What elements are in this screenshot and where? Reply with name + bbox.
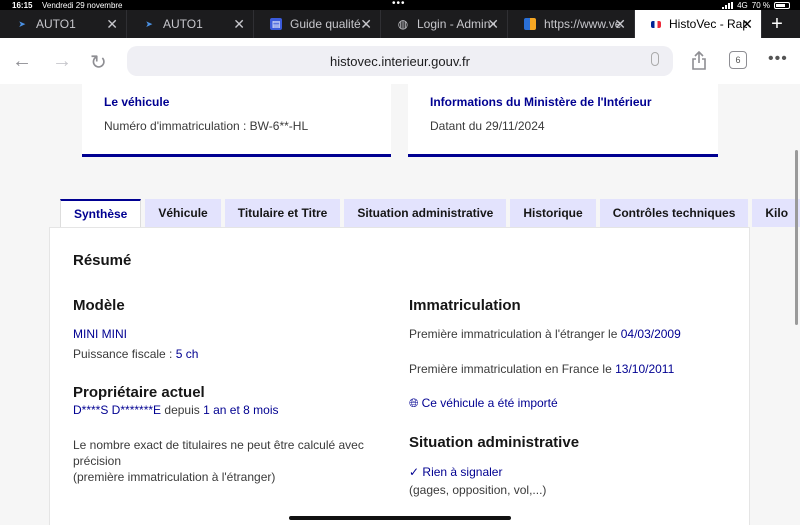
model-heading: Modèle [73,297,125,314]
abroad-date: 04/03/2009 [620,327,681,341]
forward-arrow-icon[interactable]: → [52,50,72,73]
status-indicators: 4G 70 % [722,1,790,10]
ministry-card-title: Informations du Ministère de l'Intérieur [430,95,652,109]
home-indicator[interactable] [289,516,511,520]
close-tab-icon[interactable]: ✕ [614,16,626,33]
auto1-favicon-icon: ➤ [18,18,26,29]
tab-kilometrage[interactable]: Kilo [752,199,800,227]
browser-tab-ven[interactable]: https://www.ven ✕ [508,10,635,38]
registration-heading: Immatriculation [409,297,521,314]
browser-tab-auto1-b[interactable]: ➤ AUTO1 ✕ [127,10,254,38]
address-bar[interactable]: histovec.interieur.gouv.fr [127,46,673,76]
microphone-icon[interactable] [651,52,659,66]
page-content: Le véhicule Numéro d'immatriculation : B… [0,84,800,525]
battery-percent: 70 % [751,1,770,10]
auto1-favicon-icon: ➤ [145,18,153,29]
french-flag-favicon-icon [651,20,661,28]
close-tab-icon[interactable]: ✕ [487,16,499,33]
status-bar: 16:15 Vendredi 29 novembre ••• 4G 70 % [0,0,800,10]
navigation-bar: ← → ↻ histovec.interieur.gouv.fr 6 ••• [0,38,800,84]
imported-notice: 🌐︎ Ce véhicule a été importé [409,395,558,411]
owner-heading: Propriétaire actuel [73,384,205,401]
tab-label: AUTO1 [163,17,203,31]
tab-label: https://www.ven [544,17,622,31]
admin-status-text: Rien à signaler [422,465,503,479]
reload-icon[interactable]: ↻ [90,50,107,75]
admin-status-heading: Situation administrative [409,434,580,451]
first-registration-abroad: Première immatriculation à l'étranger le… [409,326,681,342]
multitasking-dots[interactable]: ••• [392,0,406,9]
fiscal-power-value: 5 ch [175,347,199,361]
tab-synthese[interactable]: Synthèse [60,199,142,227]
report-tabs: Synthèse Véhicule Titulaire et Titre Sit… [60,199,800,227]
status-date: Vendredi 29 novembre [42,1,123,10]
close-tab-icon[interactable]: ✕ [741,16,753,33]
tab-controles-techniques[interactable]: Contrôles techniques [599,199,749,227]
vehicle-card-title: Le véhicule [104,95,170,109]
close-tab-icon[interactable]: ✕ [106,16,118,33]
owner-note-line-1: Le nombre exact de titulaires ne peut êt… [73,438,364,452]
owner-since-label: depuis [164,403,200,417]
tab-vehicule[interactable]: Véhicule [145,199,221,227]
check-icon: ✓ [409,465,420,479]
share-icon[interactable] [690,51,708,71]
summary-heading: Résumé [73,252,132,269]
battery-icon [774,2,790,9]
tab-label: Guide qualité - C [290,17,368,31]
browser-tab-bar: ➤ AUTO1 ✕ ➤ AUTO1 ✕ ▤ Guide qualité - C … [0,10,800,38]
network-type: 4G [737,1,748,10]
tab-historique[interactable]: Historique [510,199,596,227]
ministry-date: Datant du 29/11/2024 [430,119,545,133]
tab-situation-administrative[interactable]: Situation administrative [344,199,507,227]
vehicle-card: Le véhicule Numéro d'immatriculation : B… [82,84,391,157]
browser-tab-histovec[interactable]: HistoVec - Rapp ✕ [635,10,762,38]
owner-note-line-2: précision [73,454,122,468]
admin-status-detail: (gages, opposition, vol,...) [409,483,547,497]
page-scrollbar[interactable] [795,150,798,325]
more-options-icon[interactable]: ••• [768,50,788,68]
france-date: 13/10/2011 [615,362,675,376]
model-name: MINI MINI [73,327,127,341]
flag-favicon-icon [524,18,536,30]
owner-duration: 1 an et 8 mois [203,403,279,417]
registration-number: Numéro d'immatriculation : BW-6**-HL [104,119,309,133]
owner-count-note: Le nombre exact de titulaires ne peut êt… [73,437,393,485]
admin-status: ✓ Rien à signaler [409,464,502,480]
browser-tab-auto1-a[interactable]: ➤ AUTO1 ✕ [0,10,127,38]
tab-overview-button[interactable]: 6 [729,51,747,69]
ministry-card: Informations du Ministère de l'Intérieur… [408,84,718,157]
globe-icon: ◍ [397,17,409,31]
imported-text: Ce véhicule a été importé [421,396,558,410]
back-arrow-icon[interactable]: ← [12,50,32,73]
first-registration-france: Première immatriculation en France le 13… [409,361,674,377]
tab-titulaire[interactable]: Titulaire et Titre [224,199,341,227]
france-label: Première immatriculation en France le [409,362,612,376]
browser-tab-guide[interactable]: ▤ Guide qualité - C ✕ [254,10,381,38]
signal-icon [722,2,734,9]
guide-favicon-icon: ▤ [270,18,282,30]
close-tab-icon[interactable]: ✕ [233,16,245,33]
fiscal-power: Puissance fiscale : 5 ch [73,346,198,362]
browser-tab-login[interactable]: ◍ Login - Admin C ✕ [381,10,508,38]
globe-icon: 🌐︎ [409,396,419,410]
new-tab-button[interactable]: + [762,10,792,38]
owner-line: D****S D*******E depuis 1 an et 8 mois [73,402,278,418]
close-tab-icon[interactable]: ✕ [360,16,372,33]
tab-label: Login - Admin C [417,17,495,31]
owner-note-line-3: (première immatriculation à l'étranger) [73,470,276,484]
summary-panel: Résumé Modèle MINI MINI Puissance fiscal… [49,227,750,525]
status-time: 16:15 [12,1,33,10]
url-text: histovec.interieur.gouv.fr [330,53,470,69]
owner-name: D****S D*******E [73,403,162,417]
tab-label: HistoVec - Rapp [669,17,747,31]
tab-label: AUTO1 [36,17,76,31]
abroad-label: Première immatriculation à l'étranger le [409,327,618,341]
fiscal-power-label: Puissance fiscale : [73,347,173,361]
